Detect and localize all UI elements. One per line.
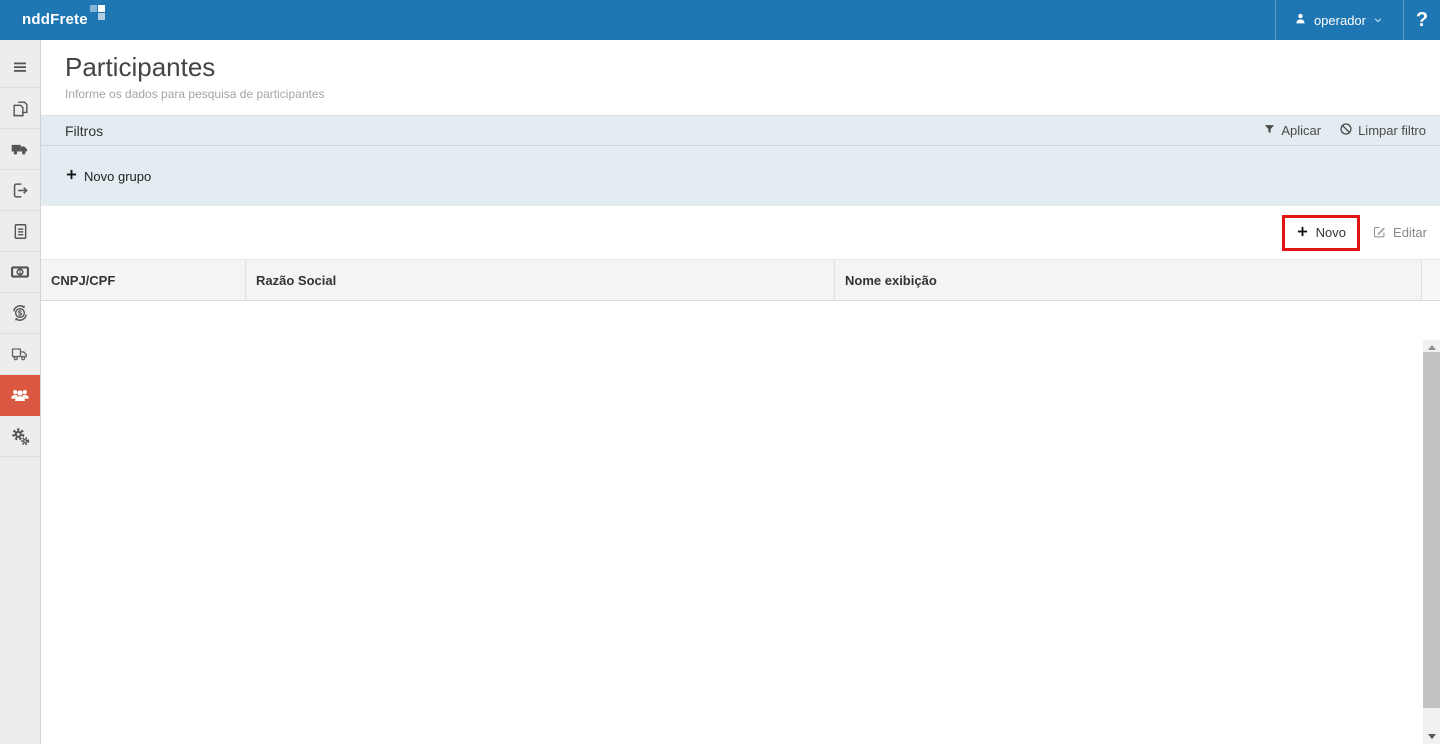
- annotation-highlight-box: Novo: [1281, 214, 1361, 251]
- column-header-spacer: [1422, 260, 1440, 300]
- sidebar-item-reports[interactable]: [0, 211, 40, 252]
- user-icon: [1294, 12, 1307, 28]
- copy-icon: [11, 99, 30, 118]
- user-menu[interactable]: operador: [1274, 0, 1403, 40]
- new-button[interactable]: Novo: [1296, 225, 1346, 241]
- column-header-cnpj-cpf[interactable]: CNPJ/CPF: [41, 260, 246, 300]
- settings-icon: [10, 426, 31, 447]
- table-header: CNPJ/CPF Razão Social Nome exibição: [41, 259, 1440, 301]
- filter-panel-body: Novo grupo: [41, 146, 1440, 206]
- new-group-label: Novo grupo: [84, 168, 152, 184]
- currency-exchange-icon: $: [10, 303, 30, 323]
- page-subtitle: Informe os dados para pesquisa de partic…: [65, 87, 325, 101]
- sidebar-item-settings[interactable]: [0, 416, 40, 457]
- plus-icon: [65, 168, 78, 184]
- sidebar-item-payments[interactable]: 1: [0, 252, 40, 293]
- help-label: ?: [1415, 8, 1429, 31]
- plus-icon: [1296, 225, 1309, 241]
- topbar: nddFrete operador ?: [0, 0, 1440, 40]
- new-button-label: Novo: [1315, 225, 1347, 240]
- filter-panel-header: Filtros Aplicar Limpar filtro: [41, 116, 1440, 146]
- sidebar-item-delivery[interactable]: [0, 334, 40, 375]
- edit-button-label: Editar: [1393, 225, 1427, 240]
- clear-filter-button[interactable]: Limpar filtro: [1339, 122, 1426, 139]
- page-title: Participantes: [65, 52, 216, 82]
- app-logo[interactable]: nddFrete: [22, 5, 105, 30]
- chevron-down-icon: [1373, 13, 1383, 28]
- clear-filter-label: Limpar filtro: [1358, 123, 1426, 138]
- document-icon: [11, 222, 30, 241]
- filter-panel-title: Filtros: [65, 122, 104, 139]
- sidebar-item-participants[interactable]: [0, 375, 40, 416]
- truck-icon: [10, 139, 30, 159]
- main-content: Participantes Informe os dados para pesq…: [41, 40, 1440, 744]
- svg-text:1: 1: [18, 270, 22, 276]
- sidebar: 1 $: [0, 40, 41, 744]
- triangle-down-icon: [1427, 734, 1436, 739]
- menu-icon: [11, 58, 29, 76]
- table-action-row: Novo Editar: [41, 206, 1440, 259]
- filter-panel: Filtros Aplicar Limpar filtro Novo grupo: [41, 115, 1440, 206]
- logo-text: nddFrete: [22, 11, 88, 28]
- scrollbar-thumb[interactable]: [1423, 352, 1440, 708]
- topbar-right: operador ?: [1274, 0, 1440, 40]
- edit-pencil-icon: [1372, 224, 1387, 242]
- filter-funnel-icon: [1263, 123, 1276, 139]
- column-header-nome-exibicao[interactable]: Nome exibição: [835, 260, 1422, 300]
- delivery-truck-icon: [10, 344, 30, 364]
- money-icon: 1: [10, 262, 30, 282]
- sidebar-menu-toggle[interactable]: [0, 47, 40, 88]
- participants-icon: [9, 384, 31, 406]
- help-button[interactable]: ?: [1403, 0, 1440, 40]
- ban-icon: [1339, 122, 1353, 139]
- apply-filter-label: Aplicar: [1281, 123, 1322, 138]
- svg-text:$: $: [17, 309, 22, 318]
- sidebar-item-freight[interactable]: [0, 129, 40, 170]
- vertical-scrollbar[interactable]: [1423, 340, 1440, 744]
- export-icon: [11, 181, 30, 200]
- sidebar-item-export[interactable]: [0, 170, 40, 211]
- scroll-down-button[interactable]: [1423, 729, 1440, 744]
- triangle-up-icon: [1427, 345, 1436, 350]
- sidebar-item-documents[interactable]: [0, 88, 40, 129]
- user-menu-label: operador: [1313, 12, 1366, 28]
- apply-filter-button[interactable]: Aplicar: [1263, 123, 1321, 139]
- logo-mark-icon: [89, 5, 105, 20]
- column-header-razao-social[interactable]: Razão Social: [246, 260, 835, 300]
- filter-actions: Aplicar Limpar filtro: [1263, 122, 1426, 139]
- table-body: [41, 340, 1440, 744]
- sidebar-item-currency-exchange[interactable]: $: [0, 293, 40, 334]
- new-group-button[interactable]: Novo grupo: [65, 168, 151, 184]
- edit-button[interactable]: Editar: [1372, 224, 1427, 242]
